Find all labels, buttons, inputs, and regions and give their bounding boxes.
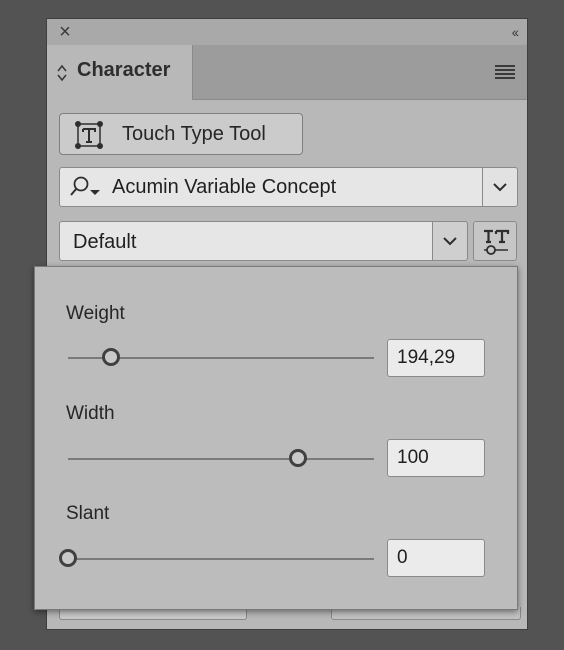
weight-slider-thumb[interactable]: [101, 348, 120, 366]
weight-value-field[interactable]: 194,29: [387, 339, 485, 377]
up-down-arrows-icon: [57, 64, 67, 82]
touch-type-tool-button[interactable]: Touch Type Tool: [59, 113, 303, 155]
variable-font-button[interactable]: [473, 221, 517, 261]
chevron-down-icon: [443, 237, 457, 246]
search-dropdown-icon[interactable]: [68, 175, 102, 199]
touch-type-tool-label: Touch Type Tool: [122, 123, 266, 145]
variable-font-icon: [484, 229, 510, 255]
tab-character[interactable]: Character: [47, 45, 193, 100]
slant-slider-track[interactable]: [68, 558, 374, 560]
panel-tabbar: Character: [47, 45, 527, 100]
font-style-dropdown-button[interactable]: [432, 221, 468, 261]
weight-label: Weight: [66, 303, 125, 324]
width-slider-thumb[interactable]: [288, 449, 307, 467]
panel-titlebar: × ‹‹: [47, 19, 527, 46]
font-family-field[interactable]: Acumin Variable Concept: [59, 167, 483, 207]
close-icon[interactable]: ×: [55, 22, 75, 42]
font-style-field[interactable]: Default: [59, 221, 433, 261]
double-chevron-left-icon[interactable]: ‹‹: [512, 23, 519, 41]
panel-title: Character: [77, 59, 171, 81]
slant-slider-thumb[interactable]: [59, 549, 77, 567]
font-family-value: Acumin Variable Concept: [112, 176, 337, 198]
slant-value-field[interactable]: 0: [387, 539, 485, 577]
font-style-value: Default: [73, 231, 137, 253]
chevron-down-icon: [493, 183, 507, 192]
hamburger-menu-icon[interactable]: [495, 65, 515, 79]
slant-label: Slant: [66, 503, 110, 524]
width-slider-track[interactable]: [68, 458, 374, 460]
width-value-field[interactable]: 100: [387, 439, 485, 477]
touch-type-icon: [75, 121, 103, 149]
variable-font-popover: Weight 194,29 Width 100 Slant 0: [34, 266, 518, 610]
font-family-dropdown-button[interactable]: [482, 167, 518, 207]
width-label: Width: [66, 403, 115, 424]
